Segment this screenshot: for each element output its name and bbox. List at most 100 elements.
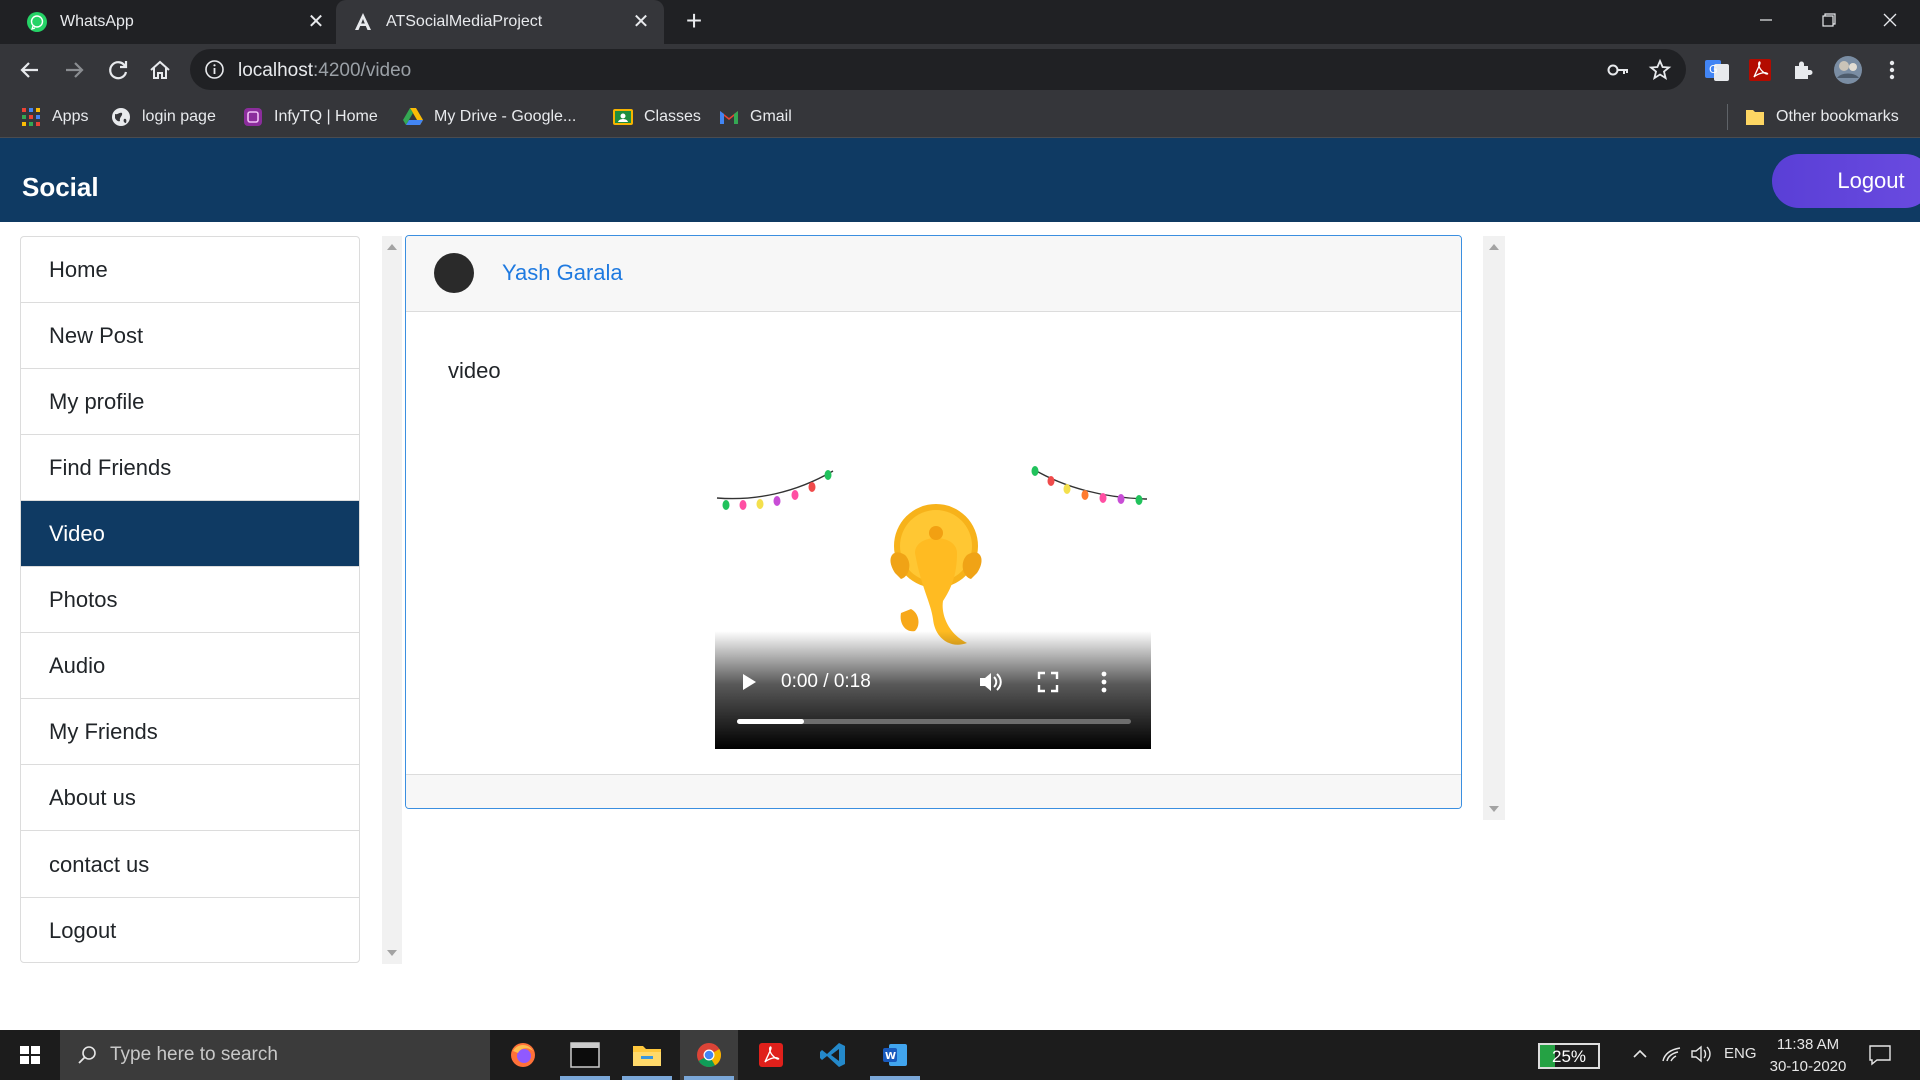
running-indicator xyxy=(684,1076,734,1080)
back-arrow-icon[interactable] xyxy=(14,54,46,86)
post-scrollbar[interactable] xyxy=(1483,236,1505,820)
forward-arrow-icon[interactable] xyxy=(58,54,90,86)
ganesha-illustration xyxy=(890,504,982,645)
acrobat-icon[interactable] xyxy=(1746,56,1774,84)
bookmark-login-page[interactable]: login page xyxy=(110,104,216,130)
extensions-puzzle-icon[interactable] xyxy=(1789,56,1817,84)
search-placeholder: Type here to search xyxy=(110,1044,278,1065)
taskbar-terminal[interactable] xyxy=(556,1030,614,1080)
home-icon[interactable] xyxy=(144,54,176,86)
new-tab-button[interactable]: + xyxy=(680,7,708,36)
windows-start-icon[interactable] xyxy=(0,1030,60,1080)
google-drive-icon xyxy=(403,108,423,125)
battery-indicator[interactable]: 25% xyxy=(1538,1043,1600,1069)
sidebar-item-my-friends[interactable]: My Friends xyxy=(21,699,359,765)
infytq-icon xyxy=(244,108,262,126)
taskbar-word[interactable]: W xyxy=(866,1030,924,1080)
post-card: Yash Garala video 0:00 / 0:18 xyxy=(405,235,1462,809)
bookmark-label: InfyTQ | Home xyxy=(274,108,378,125)
tab-whatsapp[interactable]: WhatsApp ✕ xyxy=(0,0,332,44)
chevron-up-icon[interactable] xyxy=(1630,1044,1650,1064)
sidebar-item-photos[interactable]: Photos xyxy=(21,567,359,633)
running-indicator xyxy=(622,1076,672,1080)
content-scrollbar[interactable] xyxy=(382,236,402,964)
avatar[interactable] xyxy=(434,253,474,293)
close-tab-icon[interactable]: ✕ xyxy=(629,10,653,34)
sidebar-item-my-profile[interactable]: My profile xyxy=(21,369,359,435)
browser-toolbar: localhost:4200/video G xyxy=(0,44,1920,96)
firefox-icon xyxy=(511,1043,535,1067)
fullscreen-icon[interactable] xyxy=(1037,671,1059,693)
bookmark-label: My Drive - Google... xyxy=(434,108,577,125)
taskbar-chrome[interactable] xyxy=(680,1030,738,1080)
bookmark-label: Apps xyxy=(52,108,89,125)
bookmark-infytq-home[interactable]: InfyTQ | Home xyxy=(242,104,378,130)
bookmark-classes[interactable]: Classes xyxy=(612,104,701,130)
site-info-icon[interactable] xyxy=(204,59,225,80)
language-indicator[interactable]: ENG xyxy=(1724,1045,1757,1062)
sidebar-item-new-post[interactable]: New Post xyxy=(21,303,359,369)
sidebar-item-home[interactable]: Home xyxy=(21,237,359,303)
sidebar-item-logout[interactable]: Logout xyxy=(21,898,359,964)
key-icon[interactable] xyxy=(1606,59,1630,81)
scroll-up-arrow-icon[interactable] xyxy=(387,244,397,250)
clock-time[interactable]: 11:38 AM xyxy=(1772,1036,1844,1053)
svg-text:W: W xyxy=(885,1051,896,1062)
taskbar-acrobat[interactable] xyxy=(742,1030,800,1080)
video-time-display: 0:00 / 0:18 xyxy=(781,671,871,692)
close-tab-icon[interactable]: ✕ xyxy=(304,10,328,34)
post-text: video xyxy=(448,358,501,383)
speaker-icon[interactable] xyxy=(1690,1044,1714,1064)
video-buffered-fill xyxy=(737,719,804,724)
volume-icon[interactable] xyxy=(977,669,1003,695)
google-classroom-icon xyxy=(613,109,633,125)
reload-icon[interactable] xyxy=(102,54,134,86)
bookmark-gmail[interactable]: Gmail xyxy=(718,104,792,130)
tab-atsocialmediaproject[interactable]: ATSocialMediaProject ✕ xyxy=(336,0,664,44)
notification-center-icon[interactable] xyxy=(1868,1044,1892,1066)
folder-icon xyxy=(1746,110,1764,125)
bookmark-my-drive[interactable]: My Drive - Google... xyxy=(402,104,576,130)
tab-title: ATSocialMediaProject xyxy=(386,13,543,30)
play-icon[interactable] xyxy=(739,671,759,693)
scroll-down-arrow-icon[interactable] xyxy=(1489,806,1499,812)
sidebar-item-about-us[interactable]: About us xyxy=(21,765,359,831)
url-text: localhost:4200/video xyxy=(238,60,412,81)
address-bar[interactable]: localhost:4200/video xyxy=(190,49,1686,90)
sidebar-item-contact-us[interactable]: contact us xyxy=(21,831,359,898)
taskbar-firefox[interactable] xyxy=(494,1030,552,1080)
wifi-icon[interactable] xyxy=(1660,1044,1682,1064)
browser-menu-icon[interactable] xyxy=(1878,56,1906,84)
other-bookmarks[interactable]: Other bookmarks xyxy=(1744,104,1899,130)
running-indicator xyxy=(560,1076,610,1080)
acrobat-icon xyxy=(759,1043,783,1067)
more-options-icon[interactable] xyxy=(1099,669,1109,695)
video-player[interactable]: 0:00 / 0:18 xyxy=(715,463,1151,749)
profile-avatar-icon[interactable] xyxy=(1832,54,1864,86)
scroll-up-arrow-icon[interactable] xyxy=(1489,244,1499,250)
brand-title[interactable]: Social xyxy=(22,172,99,203)
taskbar-search-box[interactable]: Type here to search xyxy=(60,1030,490,1080)
taskbar-file-explorer[interactable] xyxy=(618,1030,676,1080)
close-window-button[interactable] xyxy=(1870,4,1910,36)
apps-grid-icon xyxy=(22,108,40,126)
whatsapp-icon xyxy=(27,12,47,32)
restore-window-button[interactable] xyxy=(1808,4,1848,36)
folder-icon xyxy=(633,1046,661,1066)
sidebar-item-audio[interactable]: Audio xyxy=(21,633,359,699)
sidebar-item-video[interactable]: Video xyxy=(21,501,359,567)
gmail-icon xyxy=(720,111,738,124)
post-author-link[interactable]: Yash Garala xyxy=(502,260,623,286)
clock-date[interactable]: 30-10-2020 xyxy=(1766,1058,1850,1075)
logout-button[interactable]: Logout xyxy=(1772,154,1920,208)
video-seek-bar[interactable] xyxy=(737,719,1131,724)
bookmark-star-icon[interactable] xyxy=(1648,58,1672,82)
sidebar-item-find-friends[interactable]: Find Friends xyxy=(21,435,359,501)
other-bookmarks-label: Other bookmarks xyxy=(1776,108,1899,125)
minimize-window-button[interactable] xyxy=(1746,4,1786,36)
bookmark-apps[interactable]: Apps xyxy=(20,104,88,130)
sidebar-nav: Home New Post My profile Find Friends Vi… xyxy=(20,236,360,963)
scroll-down-arrow-icon[interactable] xyxy=(387,950,397,956)
taskbar-vscode[interactable] xyxy=(804,1030,862,1080)
google-translate-icon[interactable]: G xyxy=(1703,56,1731,84)
